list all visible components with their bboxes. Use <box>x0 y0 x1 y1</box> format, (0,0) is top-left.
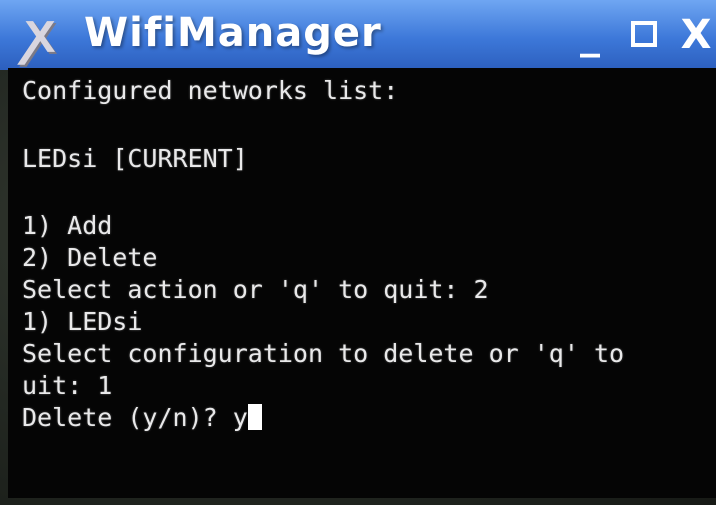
text-cursor <box>247 404 262 430</box>
terminal-line: uit: 1 <box>22 371 113 400</box>
terminal-prompt-line[interactable]: Delete (y/n)? y <box>22 402 712 434</box>
close-button[interactable]: X <box>676 8 716 62</box>
terminal-line: 2) Delete <box>22 243 158 272</box>
minimize-button[interactable]: _ <box>568 8 612 62</box>
window-title: WifiManager <box>84 10 382 56</box>
terminal-line: Configured networks list: <box>22 76 399 105</box>
terminal-line: Select action or 'q' to quit: 2 <box>22 275 489 304</box>
terminal-line: LEDsi [CURRENT] <box>22 144 248 173</box>
maximize-button[interactable] <box>622 8 666 62</box>
title-bar[interactable]: ꭗ WifiManager _ X <box>0 0 716 70</box>
terminal-output: Configured networks list: LEDsi [CURRENT… <box>22 74 712 494</box>
terminal-prompt: Delete (y/n)? y <box>22 403 248 432</box>
screen-photo: ꭗ WifiManager _ X Configured networks li… <box>0 0 716 505</box>
app-icon[interactable]: ꭗ <box>8 4 72 62</box>
terminal-line: 1) LEDsi <box>22 307 143 336</box>
maximize-icon <box>631 21 657 47</box>
terminal-window[interactable]: Configured networks list: LEDsi [CURRENT… <box>8 68 716 498</box>
terminal-line: Select configuration to delete or 'q' to <box>22 339 625 368</box>
terminal-line: 1) Add <box>22 211 113 240</box>
